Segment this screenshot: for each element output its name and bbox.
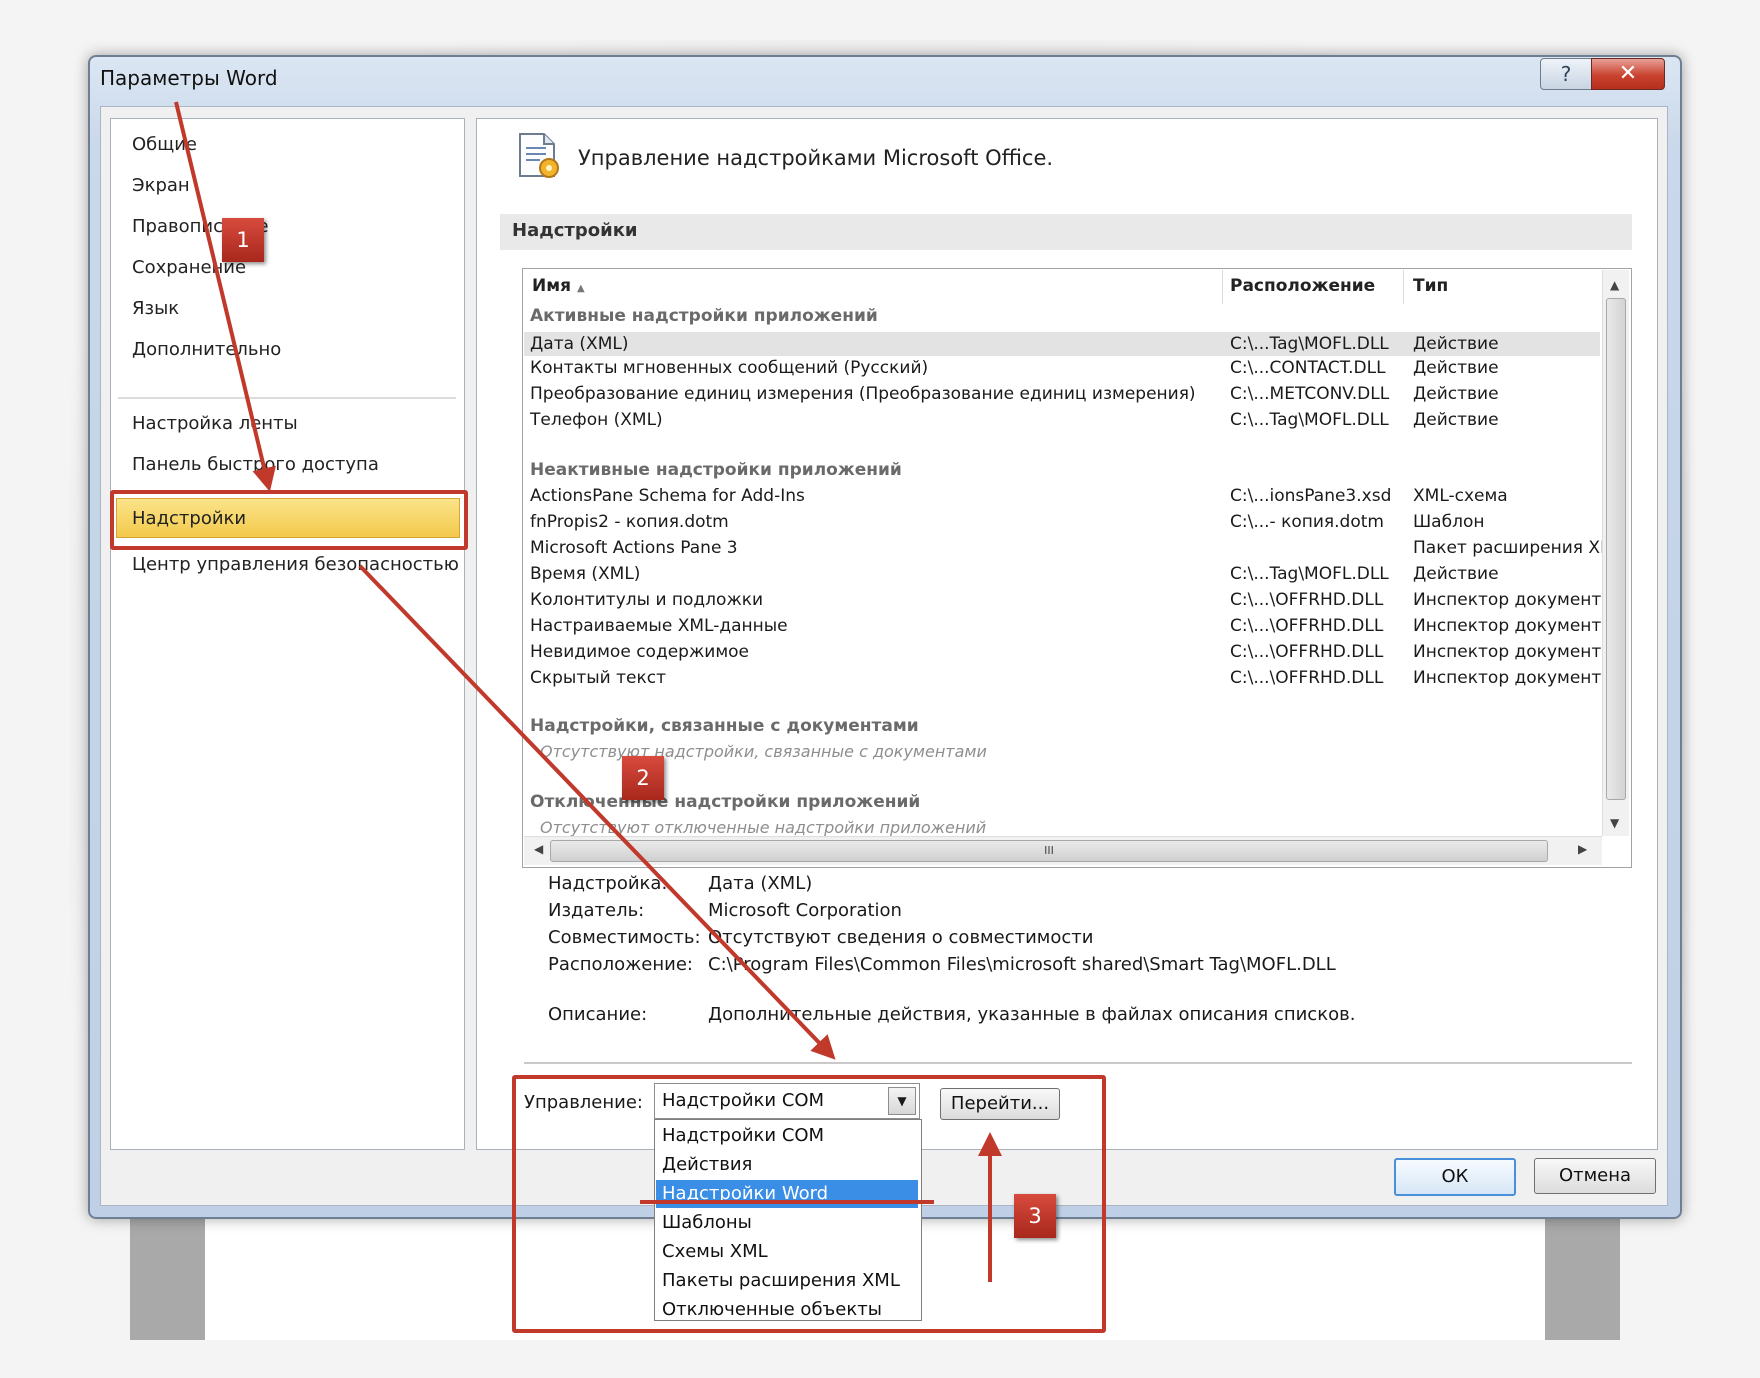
arrow-to-manage (358, 564, 836, 1060)
annotation-badge: 3 (1014, 1194, 1056, 1238)
annotation-badge: 2 (622, 756, 664, 800)
annotation-arrows (174, 101, 1002, 1282)
arrow-to-addins (174, 101, 276, 492)
annotation-badge: 1 (222, 218, 264, 262)
